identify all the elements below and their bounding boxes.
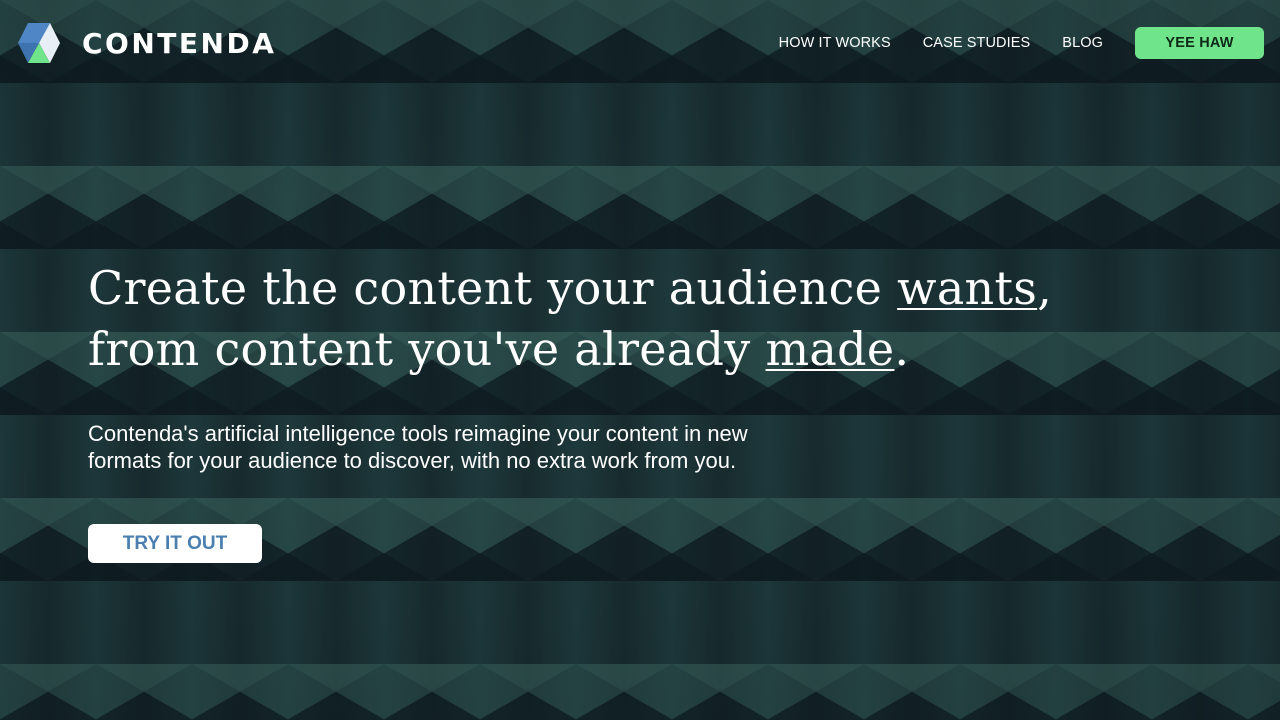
hexagon-logo-icon bbox=[18, 23, 60, 63]
top-nav-bar: CONTENDA HOW IT WORKS CASE STUDIES BLOG … bbox=[0, 0, 1280, 86]
headline-line2-text: from content you've already bbox=[88, 322, 766, 376]
brand-home-link[interactable]: CONTENDA bbox=[18, 22, 276, 64]
main-nav: HOW IT WORKS CASE STUDIES BLOG YEE HAW bbox=[779, 27, 1264, 59]
headline-line2-suffix: . bbox=[894, 322, 910, 376]
nav-blog-link[interactable]: BLOG bbox=[1062, 35, 1103, 51]
hero-section: Create the content your audience wants, … bbox=[88, 258, 1088, 563]
yee-haw-button[interactable]: YEE HAW bbox=[1135, 27, 1264, 59]
headline-made-emphasis: made bbox=[765, 322, 895, 376]
headline-line1-text: Create the content your audience bbox=[88, 261, 898, 315]
hero-headline: Create the content your audience wants, … bbox=[88, 258, 1088, 380]
hero-subtext: Contenda's artificial intelligence tools… bbox=[88, 421, 748, 473]
headline-wants-emphasis: wants bbox=[897, 261, 1038, 315]
nav-how-it-works-link[interactable]: HOW IT WORKS bbox=[779, 35, 891, 51]
try-it-out-button[interactable]: TRY IT OUT bbox=[88, 524, 262, 563]
nav-case-studies-link[interactable]: CASE STUDIES bbox=[923, 35, 1031, 51]
headline-line1-suffix: , bbox=[1037, 261, 1053, 315]
brand-name: CONTENDA bbox=[82, 26, 277, 60]
